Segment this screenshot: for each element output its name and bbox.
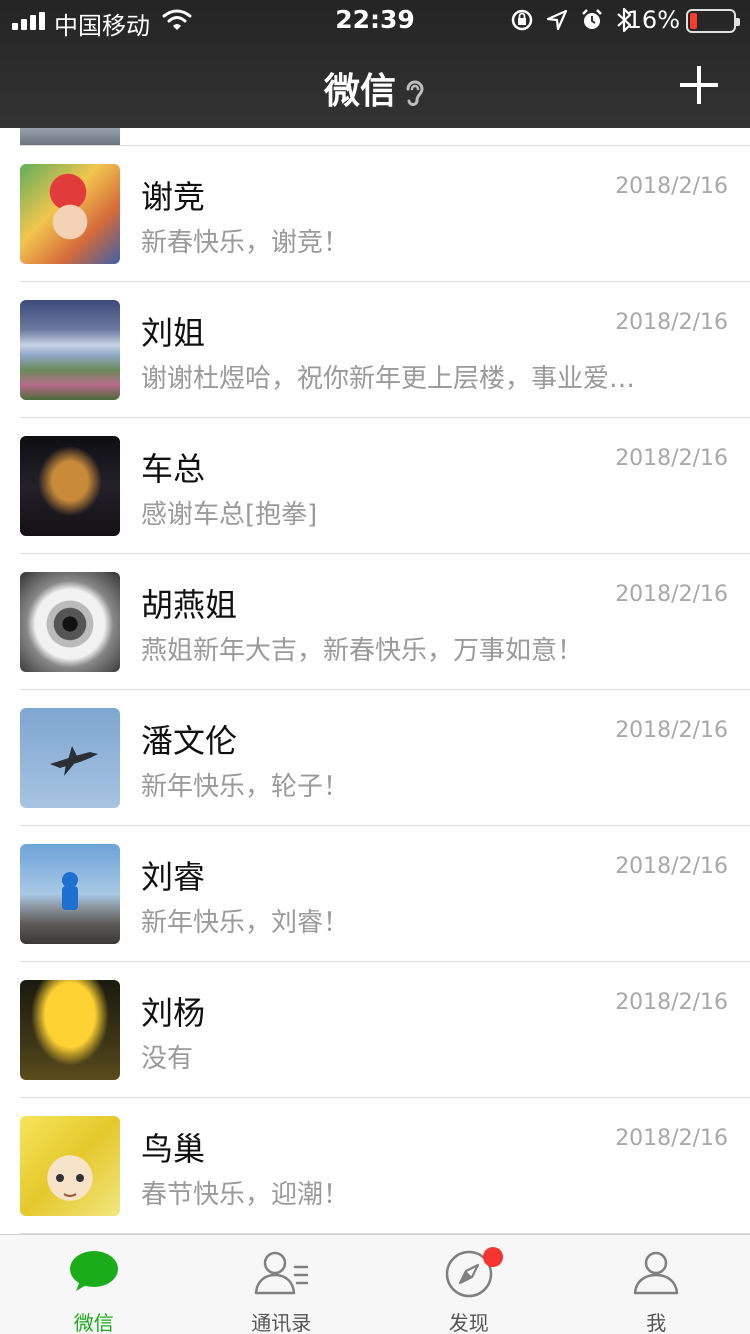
cartoon-face-image	[56, 1174, 84, 1197]
chat-preview: 燕姐新年大吉，新春快乐，万事如意！	[141, 636, 584, 666]
alarm-icon	[582, 9, 602, 29]
chat-preview: 谢谢杜煜哈，祝你新年更上层楼，事业爱…	[141, 364, 636, 394]
battery-icon	[686, 9, 740, 33]
page-title-text: 微信	[323, 71, 396, 112]
status-icons	[510, 6, 632, 34]
tab-label: 微信	[73, 1311, 114, 1334]
chat-time: 2018/2/16	[615, 718, 728, 743]
partial-chat-row[interactable]	[20, 128, 750, 146]
chat-row-7[interactable]: 鸟巢 春节快乐，迎潮！ 2018/2/16	[0, 1098, 750, 1234]
tab-label: 发现	[448, 1311, 489, 1334]
chat-preview: 没有	[141, 1044, 194, 1074]
battery-level	[690, 13, 697, 29]
chat-time: 2018/2/16	[615, 582, 728, 607]
chat-time: 2018/2/16	[615, 1126, 728, 1151]
chat-row-5[interactable]: 刘睿 新年快乐，刘睿！ 2018/2/16	[0, 826, 750, 962]
location-icon	[546, 9, 568, 31]
chat-list[interactable]: 谢竞 新春快乐，谢竞！ 2018/2/16 刘姐 谢谢杜煜哈，祝你新年更上层楼，…	[0, 128, 750, 1234]
chat-time: 2018/2/16	[615, 310, 728, 335]
chat-name: 谢竞	[141, 178, 206, 216]
chat-name: 刘姐	[141, 314, 206, 352]
chat-row-2[interactable]: 车总 感谢车总[抱拳] 2018/2/16	[0, 418, 750, 554]
rotation-lock-icon	[511, 9, 533, 31]
avatar	[20, 980, 120, 1080]
chat-time: 2018/2/16	[615, 446, 728, 471]
battery-percent: 16%	[626, 6, 680, 34]
chat-preview: 新春快乐，谢竞！	[141, 228, 350, 258]
chat-row-6[interactable]: 刘杨 没有 2018/2/16	[0, 962, 750, 1098]
tab-label: 通讯录	[251, 1311, 312, 1334]
tab-contacts[interactable]: 通讯录	[188, 1235, 376, 1334]
tab-bar: 微信 通讯录 发现 我	[0, 1234, 750, 1334]
person-image	[62, 872, 78, 910]
chat-row-1[interactable]: 刘姐 谢谢杜煜哈，祝你新年更上层楼，事业爱… 2018/2/16	[0, 282, 750, 418]
chat-time: 2018/2/16	[615, 174, 728, 199]
avatar	[20, 164, 120, 264]
chat-name: 刘杨	[141, 994, 206, 1032]
tab-discover[interactable]: 发现	[375, 1235, 563, 1334]
chat-row-4[interactable]: 潘文伦 新年快乐，轮子！ 2018/2/16	[0, 690, 750, 826]
chat-name: 鸟巢	[141, 1130, 206, 1168]
new-badge-dot	[482, 1247, 503, 1267]
chat-time: 2018/2/16	[615, 990, 728, 1015]
chat-preview: 新年快乐，轮子！	[141, 772, 350, 802]
status-bar: 中国移动 22:39 16%	[0, 0, 750, 40]
chat-row-3[interactable]: 胡燕姐 燕姐新年大吉，新春快乐，万事如意！ 2018/2/16	[0, 554, 750, 690]
contacts-icon	[255, 1251, 309, 1295]
chat-name: 车总	[141, 450, 206, 488]
profile-icon	[634, 1251, 679, 1295]
chat-preview: 感谢车总[抱拳]	[141, 500, 318, 530]
chat-preview: 春节快乐，迎潮！	[141, 1180, 350, 1210]
chat-time: 2018/2/16	[615, 854, 728, 879]
chat-name: 刘睿	[141, 858, 206, 896]
avatar	[20, 436, 120, 536]
navigation-header: 中国移动 22:39 16% 微信	[0, 0, 750, 128]
avatar	[20, 708, 120, 808]
avatar	[20, 844, 120, 944]
chat-bubble-icon	[69, 1251, 118, 1291]
avatar	[20, 572, 120, 672]
chat-name: 胡燕姐	[141, 586, 238, 624]
earpiece-mode-icon	[406, 80, 424, 106]
page-title: 微信	[0, 62, 750, 114]
avatar	[20, 300, 120, 400]
tab-chats[interactable]: 微信	[0, 1235, 188, 1334]
plus-icon[interactable]	[680, 66, 718, 104]
jet-image	[50, 746, 98, 776]
chat-preview: 新年快乐，刘睿！	[141, 908, 350, 938]
tab-label: 我	[646, 1311, 667, 1334]
avatar	[20, 1116, 120, 1216]
tab-me[interactable]: 我	[563, 1235, 750, 1334]
chat-name: 潘文伦	[141, 722, 238, 760]
chat-row-0[interactable]: 谢竞 新春快乐，谢竞！ 2018/2/16	[0, 146, 750, 282]
